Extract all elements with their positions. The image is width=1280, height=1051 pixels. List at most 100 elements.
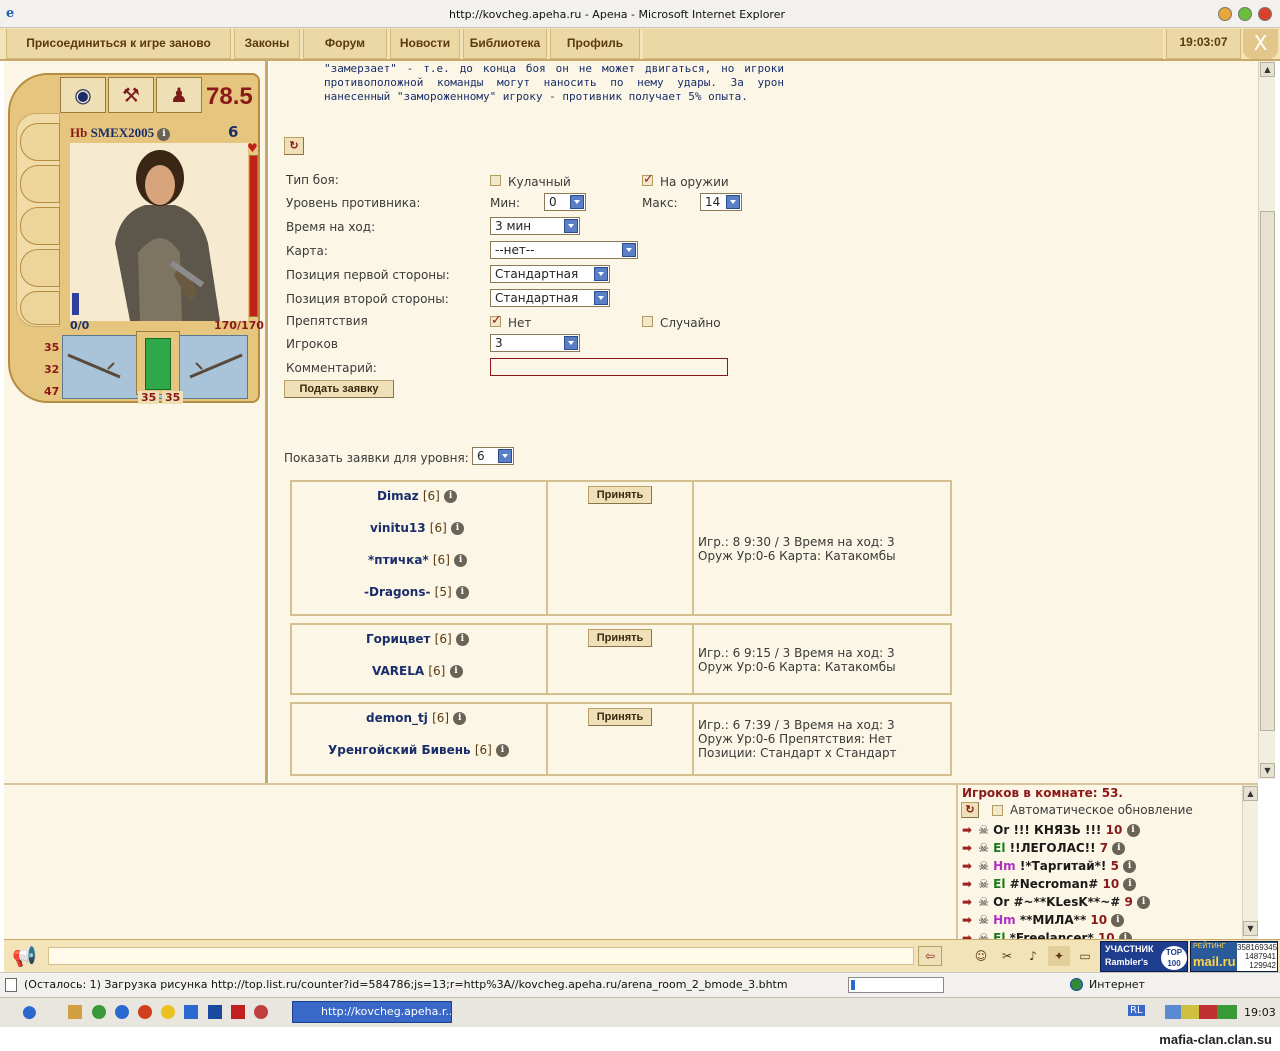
- bid-player[interactable]: vinitu13 [6] i: [370, 521, 464, 535]
- content-scrollbar[interactable]: ▲ ▼: [1258, 61, 1275, 779]
- bid-player[interactable]: Dimaz [6] i: [377, 489, 458, 503]
- room-player-row[interactable]: ➡ ☠ El #Necroman# 10 i: [962, 877, 1137, 891]
- position2-select[interactable]: Стандартная: [490, 289, 610, 307]
- player-name[interactable]: !*Таргитай*!: [1020, 859, 1107, 873]
- send-arrow-icon[interactable]: ⇦: [918, 946, 942, 966]
- side-tab[interactable]: [20, 165, 60, 203]
- info-icon[interactable]: i: [1118, 932, 1132, 939]
- info-icon[interactable]: i: [444, 490, 458, 503]
- computer-icon[interactable]: ▭: [1074, 946, 1096, 966]
- quicklaunch-icon[interactable]: [208, 1005, 222, 1019]
- players-select[interactable]: 3: [490, 334, 580, 352]
- rambler-badge[interactable]: УЧАСТНИК Rambler's TOP 100: [1100, 941, 1188, 972]
- scroll-down-button[interactable]: ▼: [1260, 763, 1275, 778]
- info-icon[interactable]: i: [455, 633, 469, 646]
- quicklaunch-icon[interactable]: [254, 1005, 268, 1019]
- taskbar-task-ie[interactable]: http://kovcheg.apeha.r...: [292, 1001, 452, 1023]
- bid-player[interactable]: Горицвет [6] i: [366, 632, 469, 646]
- max-level-select[interactable]: 14: [700, 193, 742, 211]
- player-name[interactable]: !!ЛЕГОЛАС!!: [1010, 841, 1096, 855]
- menu-forum[interactable]: Форум: [303, 29, 387, 59]
- close-button[interactable]: [1258, 7, 1272, 21]
- quicklaunch-icon[interactable]: [184, 1005, 198, 1019]
- info-icon[interactable]: i: [1112, 842, 1126, 855]
- player-name[interactable]: *Freelancer*: [1010, 931, 1094, 939]
- info-icon[interactable]: i: [1123, 878, 1137, 891]
- scroll-thumb[interactable]: [1260, 211, 1275, 731]
- player-name[interactable]: #~**KLesK**~#: [1013, 895, 1120, 909]
- refresh-list-button[interactable]: ↻: [961, 802, 979, 818]
- player-name[interactable]: **МИЛА**: [1020, 913, 1086, 927]
- menu-profile[interactable]: Профиль: [550, 29, 640, 59]
- min-level-select[interactable]: 0: [544, 193, 586, 211]
- info-icon[interactable]: i: [1137, 896, 1151, 909]
- tray-icons[interactable]: [1165, 1005, 1237, 1019]
- info-icon[interactable]: i: [1111, 914, 1125, 927]
- private-message-icon[interactable]: ➡: [962, 896, 974, 908]
- quicklaunch-icon[interactable]: [92, 1005, 106, 1019]
- position1-select[interactable]: Стандартная: [490, 265, 610, 283]
- accept-bid-button[interactable]: Принять: [588, 486, 652, 504]
- eye-icon[interactable]: ◉: [60, 77, 106, 113]
- room-player-row[interactable]: ➡ ☠ El *Freelancer* 10 i: [962, 931, 1132, 939]
- exit-button[interactable]: X: [1243, 29, 1278, 59]
- menu-laws[interactable]: Законы: [234, 29, 300, 59]
- side-tab[interactable]: [20, 123, 60, 161]
- armor-icon[interactable]: [136, 331, 180, 395]
- tools-icon[interactable]: ⚒: [108, 77, 154, 113]
- menu-news[interactable]: Новости: [390, 29, 460, 59]
- quicklaunch-icon[interactable]: [161, 1005, 175, 1019]
- player-name[interactable]: !!! КНЯЗЬ !!!: [1013, 823, 1101, 837]
- accept-bid-button[interactable]: Принять: [588, 629, 652, 647]
- bid-player[interactable]: Уренгойский Бивень [6] i: [328, 743, 509, 757]
- fight-type-weapon-checkbox[interactable]: ✓: [642, 172, 654, 187]
- bid-player[interactable]: VARELA [6] i: [372, 664, 463, 678]
- private-message-icon[interactable]: ➡: [962, 860, 974, 872]
- fight-type-fist-checkbox[interactable]: [490, 175, 501, 186]
- bid-player[interactable]: demon_tj [6] i: [366, 711, 467, 725]
- scroll-up-button[interactable]: ▲: [1243, 786, 1258, 801]
- room-player-row[interactable]: ➡ ☠ El !!ЛЕГОЛАС!! 7 i: [962, 841, 1126, 855]
- comment-input[interactable]: [490, 358, 728, 376]
- bid-player[interactable]: -Dragons- [5] i: [364, 585, 469, 599]
- bid-player[interactable]: *птичка* [6] i: [368, 553, 468, 567]
- quicklaunch-icon[interactable]: [68, 1005, 82, 1019]
- info-icon[interactable]: i: [449, 665, 463, 678]
- auto-refresh-checkbox[interactable]: [992, 805, 1003, 816]
- language-indicator[interactable]: RL: [1128, 1005, 1145, 1016]
- quicklaunch-icon[interactable]: [231, 1005, 245, 1019]
- megaphone-icon[interactable]: 📢: [12, 944, 37, 968]
- map-select[interactable]: --нет--: [490, 241, 638, 259]
- info-icon[interactable]: i: [450, 522, 464, 535]
- sound-icon[interactable]: ♪: [1022, 946, 1044, 966]
- info-icon[interactable]: i: [453, 712, 467, 725]
- room-player-row[interactable]: ➡ ☠ Or !!! КНЯЗЬ !!! 10 i: [962, 823, 1140, 837]
- scissors-icon[interactable]: ✂: [996, 946, 1018, 966]
- submit-bid-button[interactable]: Подать заявку: [284, 380, 394, 398]
- chat-input[interactable]: [48, 947, 914, 965]
- minimize-button[interactable]: [1218, 7, 1232, 21]
- info-icon[interactable]: i: [1126, 824, 1140, 837]
- quicklaunch-icon[interactable]: [138, 1005, 152, 1019]
- menu-rejoin[interactable]: Присоединиться к игре заново: [6, 29, 231, 59]
- room-player-row[interactable]: ➡ ☠ Hm **МИЛА** 10 i: [962, 913, 1125, 927]
- obstacles-random-checkbox[interactable]: [642, 316, 653, 327]
- menu-library[interactable]: Библиотека: [463, 29, 547, 59]
- quicklaunch-icon[interactable]: [115, 1005, 129, 1019]
- private-message-icon[interactable]: ➡: [962, 842, 974, 854]
- private-message-icon[interactable]: ➡: [962, 824, 974, 836]
- info-icon[interactable]: i: [496, 744, 509, 757]
- mailru-badge[interactable]: РЕЙТИНГ mail.ru 358169345 1487941 129942: [1190, 941, 1278, 972]
- show-level-select[interactable]: 6: [472, 447, 514, 465]
- apple-icon[interactable]: ●: [22, 1002, 37, 1022]
- side-tab[interactable]: [20, 249, 60, 287]
- maximize-button[interactable]: [1238, 7, 1252, 21]
- accept-bid-button[interactable]: Принять: [588, 708, 652, 726]
- star-icon[interactable]: ✦: [1048, 946, 1070, 966]
- obstacles-none-checkbox[interactable]: ✓: [490, 313, 502, 328]
- private-message-icon[interactable]: ➡: [962, 878, 974, 890]
- person-icon[interactable]: ♟: [156, 77, 202, 113]
- sword-left-icon[interactable]: [64, 351, 124, 381]
- smiley-icon[interactable]: ☺: [970, 946, 992, 966]
- list-scrollbar[interactable]: ▲ ▼: [1242, 785, 1258, 939]
